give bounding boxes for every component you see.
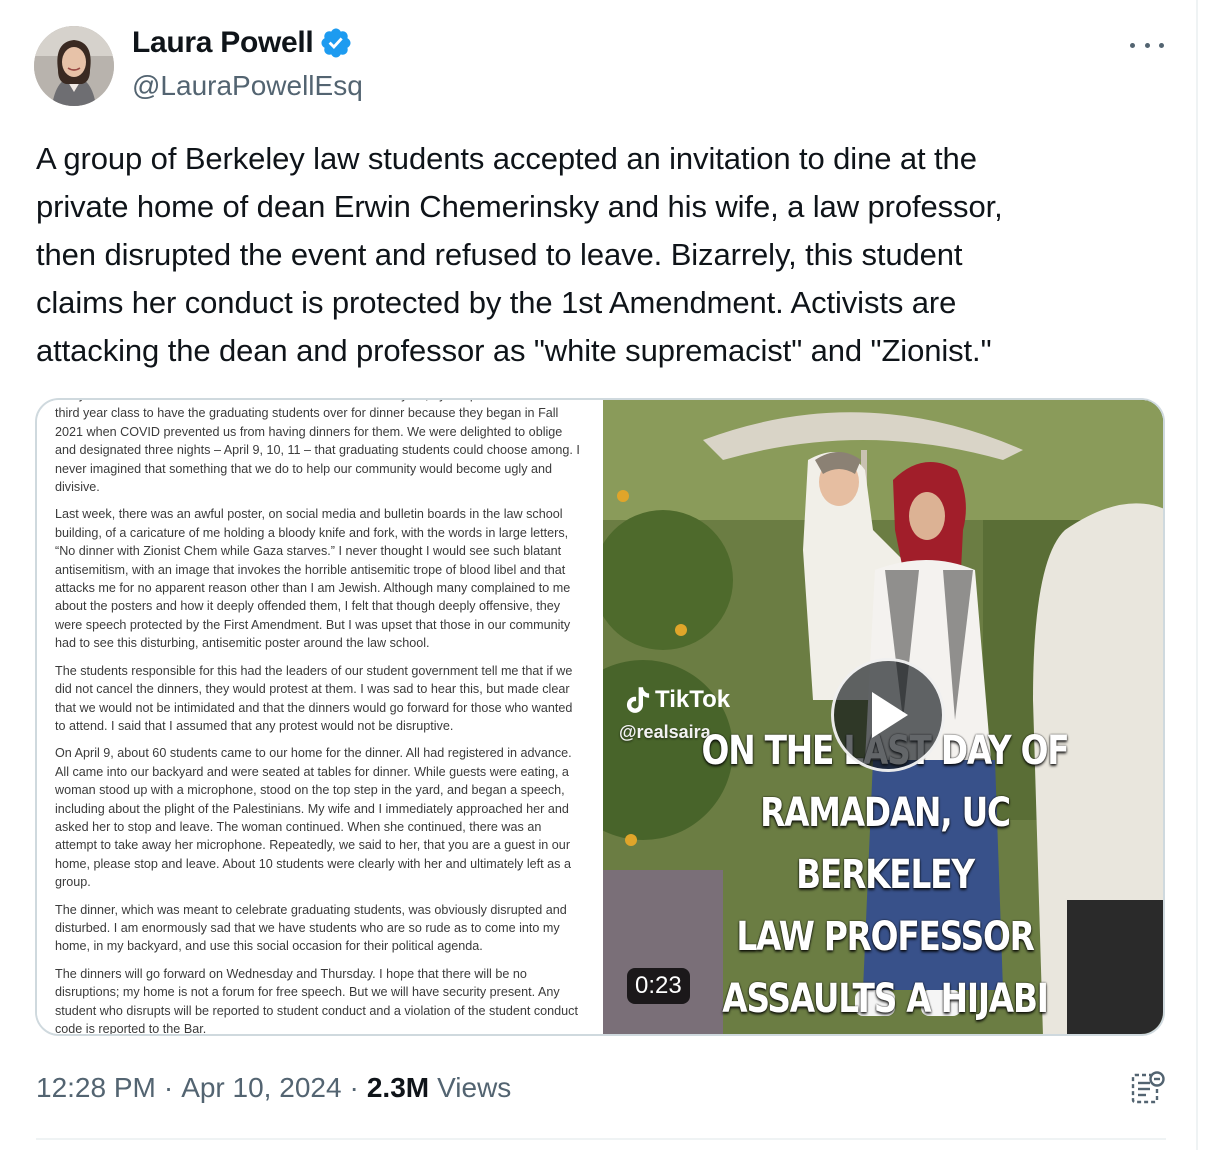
tweet-meta: 12:28 PM · Apr 10, 2024 · 2.3M Views <box>36 1072 511 1104</box>
letter-image[interactable]: first year students to our home for dinn… <box>37 400 603 1036</box>
letter-paragraph: On April 9, about 60 students came to ou… <box>55 746 572 890</box>
video-duration: 0:23 <box>627 968 690 1004</box>
caption-line: ASSAULTS A HIJABI <box>722 976 1049 1022</box>
tweet-text: A group of Berkeley law students accepte… <box>36 141 1003 368</box>
letter-paragraph: Last week, there was an awful poster, on… <box>55 507 571 651</box>
play-button[interactable] <box>831 658 945 772</box>
meta-separator: · <box>163 1072 174 1103</box>
caption-line: LAW PROFESSOR <box>736 914 1035 960</box>
verified-badge-icon <box>321 28 351 58</box>
caption-line: RAMADAN, UC BERKELEY <box>760 790 1011 898</box>
views-count: 2.3M <box>366 1072 430 1103</box>
letter-text: first year students to our home for dinn… <box>55 400 585 1036</box>
media-container: first year students to our home for dinn… <box>35 398 1165 1036</box>
letter-paragraph: The students responsible for this had th… <box>55 663 573 733</box>
views-label: Views <box>437 1072 512 1103</box>
avatar-photo <box>34 26 114 106</box>
tweet-date[interactable]: Apr 10, 2024 <box>181 1072 341 1104</box>
tiktok-logo-icon <box>626 687 650 713</box>
tweet-card: Laura Powell @LauraPowellEsq A group of … <box>0 0 1198 1150</box>
analytics-icon-glyph <box>1131 1071 1165 1104</box>
letter-paragraph: The dinners will go forward on Wednesday… <box>55 966 578 1036</box>
letter-paragraph: first year students to our home for dinn… <box>55 400 580 495</box>
play-icon <box>872 692 908 738</box>
meta-separator: · <box>349 1072 359 1103</box>
tiktok-watermark: TikTok <box>621 683 730 717</box>
video-player[interactable]: TikTok @realsaira ON THE LAST DAY OF RAM… <box>603 400 1163 1034</box>
avatar[interactable] <box>34 26 114 106</box>
more-options-icon[interactable] <box>1130 30 1164 60</box>
author-handle[interactable]: @LauraPowellEsq <box>132 70 363 102</box>
divider <box>36 1138 1166 1140</box>
author-name[interactable]: Laura Powell <box>132 26 314 60</box>
tiktok-label: TikTok <box>655 686 731 713</box>
tweet-time[interactable]: 12:28 PM <box>36 1072 156 1104</box>
letter-paragraph: The dinner, which was meant to celebrate… <box>55 902 567 954</box>
author-name-row: Laura Powell <box>132 26 353 60</box>
analytics-icon[interactable] <box>1130 1070 1166 1106</box>
